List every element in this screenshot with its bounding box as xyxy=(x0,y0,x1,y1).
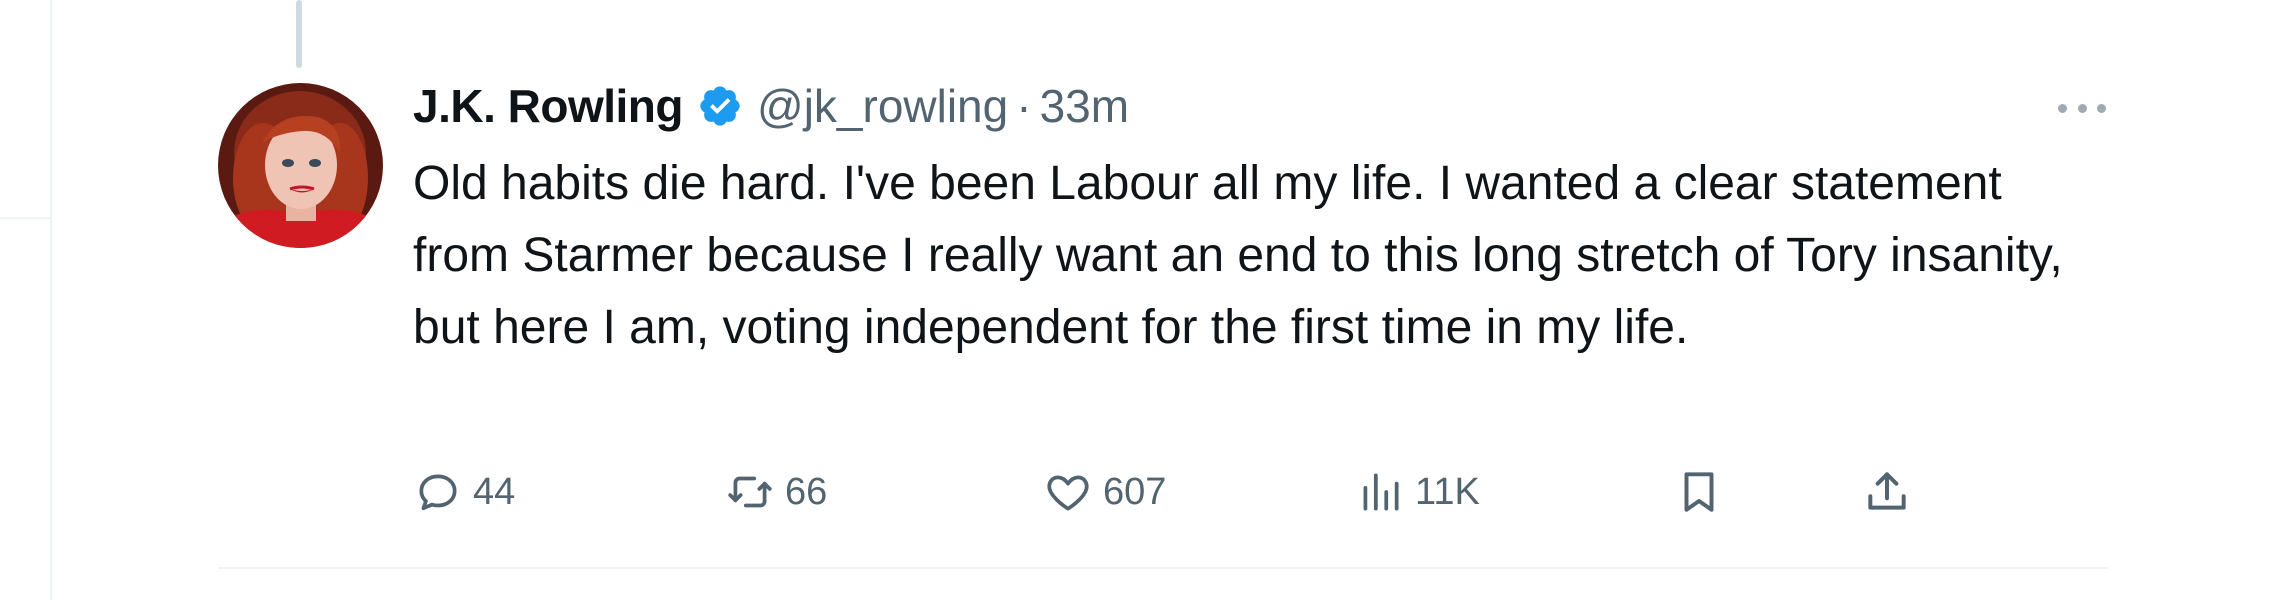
share-icon xyxy=(1862,467,1912,517)
like-button[interactable]: 607 xyxy=(1043,462,1166,522)
reply-button[interactable]: 44 xyxy=(413,462,515,522)
tweet-actions-bar: 44 66 607 11K xyxy=(413,462,2113,522)
author-handle[interactable]: @jk_rowling xyxy=(757,79,1008,133)
repost-button[interactable]: 66 xyxy=(725,462,827,522)
reply-icon xyxy=(413,467,463,517)
repost-icon xyxy=(725,467,775,517)
avatar[interactable] xyxy=(218,83,383,248)
reply-count: 44 xyxy=(473,470,516,513)
tweet-header: J.K. Rowling @jk_rowling · 33m xyxy=(413,76,1129,136)
thread-connector-line xyxy=(296,0,302,68)
header-separator: · xyxy=(1016,80,1032,132)
views-chart-icon xyxy=(1355,467,1405,517)
share-button[interactable] xyxy=(1862,462,1912,522)
more-options-icon[interactable] xyxy=(2058,90,2106,126)
views-count: 11K xyxy=(1415,470,1480,513)
author-name[interactable]: J.K. Rowling xyxy=(413,79,684,133)
heart-icon xyxy=(1043,467,1093,517)
bookmark-icon xyxy=(1674,467,1724,517)
tweet-timestamp[interactable]: 33m xyxy=(1040,79,1129,133)
repost-count: 66 xyxy=(785,470,828,513)
timeline-left-divider xyxy=(0,217,50,219)
views-button[interactable]: 11K xyxy=(1355,462,1480,522)
tweet-text: Old habits die hard. I've been Labour al… xyxy=(413,157,2063,354)
bookmark-button[interactable] xyxy=(1674,462,1724,522)
timeline-left-border xyxy=(50,0,52,600)
tweet-bottom-divider xyxy=(218,567,2108,569)
like-count: 607 xyxy=(1103,470,1167,513)
verified-badge-icon xyxy=(697,83,743,129)
